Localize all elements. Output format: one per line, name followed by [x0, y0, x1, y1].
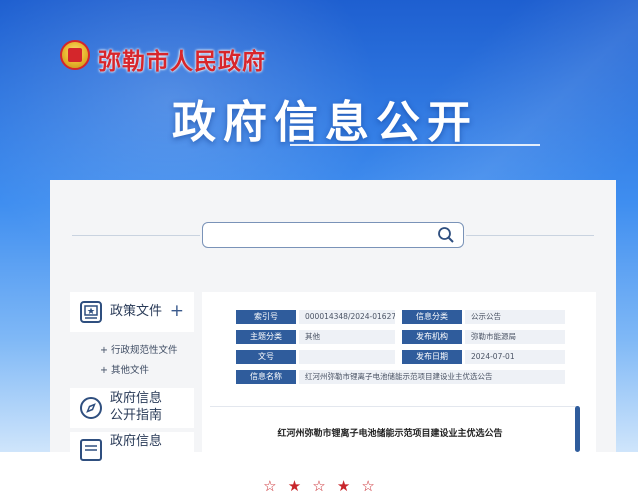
- meta-value-topic: 其他: [299, 330, 395, 344]
- sidebar-item-disclosure-system[interactable]: 政府信息: [70, 432, 194, 461]
- scrollbar[interactable]: [575, 406, 580, 452]
- sub-item-normative-docs[interactable]: + 行政规范性文件: [100, 342, 177, 356]
- meta-value-info-category: 公示公告: [465, 310, 565, 324]
- meta-value-index: 000014348/2024-01627: [299, 310, 395, 324]
- sidebar-item-label: 政策文件: [110, 304, 163, 319]
- search-input[interactable]: [211, 226, 435, 246]
- search-icon[interactable]: [437, 226, 455, 244]
- meta-label-doc-no: 文号: [236, 350, 296, 364]
- star-icon: ★: [287, 477, 302, 495]
- meta-label-info-category: 信息分类: [402, 310, 462, 324]
- title-underline: [290, 144, 540, 146]
- document-icon: [80, 301, 102, 323]
- meta-value-name: 红河州弥勒市锂离子电池储能示范项目建设业主优选公告: [299, 370, 565, 384]
- sidebar-item-label: 公开指南: [110, 408, 163, 423]
- national-emblem-icon: [60, 40, 90, 70]
- meta-value-date: 2024-07-01: [465, 350, 565, 364]
- star-icon: ★: [336, 477, 351, 495]
- sidebar-item-disclosure-guide[interactable]: 政府信息 公开指南: [70, 388, 194, 428]
- meta-label-index: 索引号: [236, 310, 296, 324]
- meta-value-issuer: 弥勒市能源局: [465, 330, 565, 344]
- meta-label-issuer: 发布机构: [402, 330, 462, 344]
- search-divider-right: [466, 235, 594, 236]
- gov-name[interactable]: 弥勒市人民政府: [98, 42, 266, 76]
- footer-stars: ☆ ★ ☆ ★ ☆: [0, 476, 638, 495]
- meta-label-topic: 主题分类: [236, 330, 296, 344]
- expand-plus-icon[interactable]: +: [170, 302, 184, 320]
- search-divider-left: [72, 235, 200, 236]
- meta-label-name: 信息名称: [236, 370, 296, 384]
- content-divider: [210, 406, 578, 407]
- sidebar-item-label: 政府信息: [110, 391, 163, 406]
- list-icon: [80, 439, 102, 461]
- search-box: [202, 222, 464, 248]
- document-title: 红河州弥勒市锂离子电池储能示范项目建设业主优选公告: [277, 429, 503, 439]
- star-icon: ☆: [361, 477, 375, 495]
- star-icon: ☆: [263, 477, 277, 495]
- star-icon: ☆: [312, 477, 326, 495]
- sidebar-item-policy-files[interactable]: 政策文件 +: [70, 292, 194, 332]
- sidebar-item-label: 政府信息: [110, 434, 163, 449]
- sub-item-other-docs[interactable]: + 其他文件: [100, 362, 149, 376]
- page-title: 政府信息公开: [172, 97, 478, 148]
- meta-label-date: 发布日期: [402, 350, 462, 364]
- meta-value-doc-no: [299, 350, 395, 364]
- compass-icon: [80, 397, 102, 419]
